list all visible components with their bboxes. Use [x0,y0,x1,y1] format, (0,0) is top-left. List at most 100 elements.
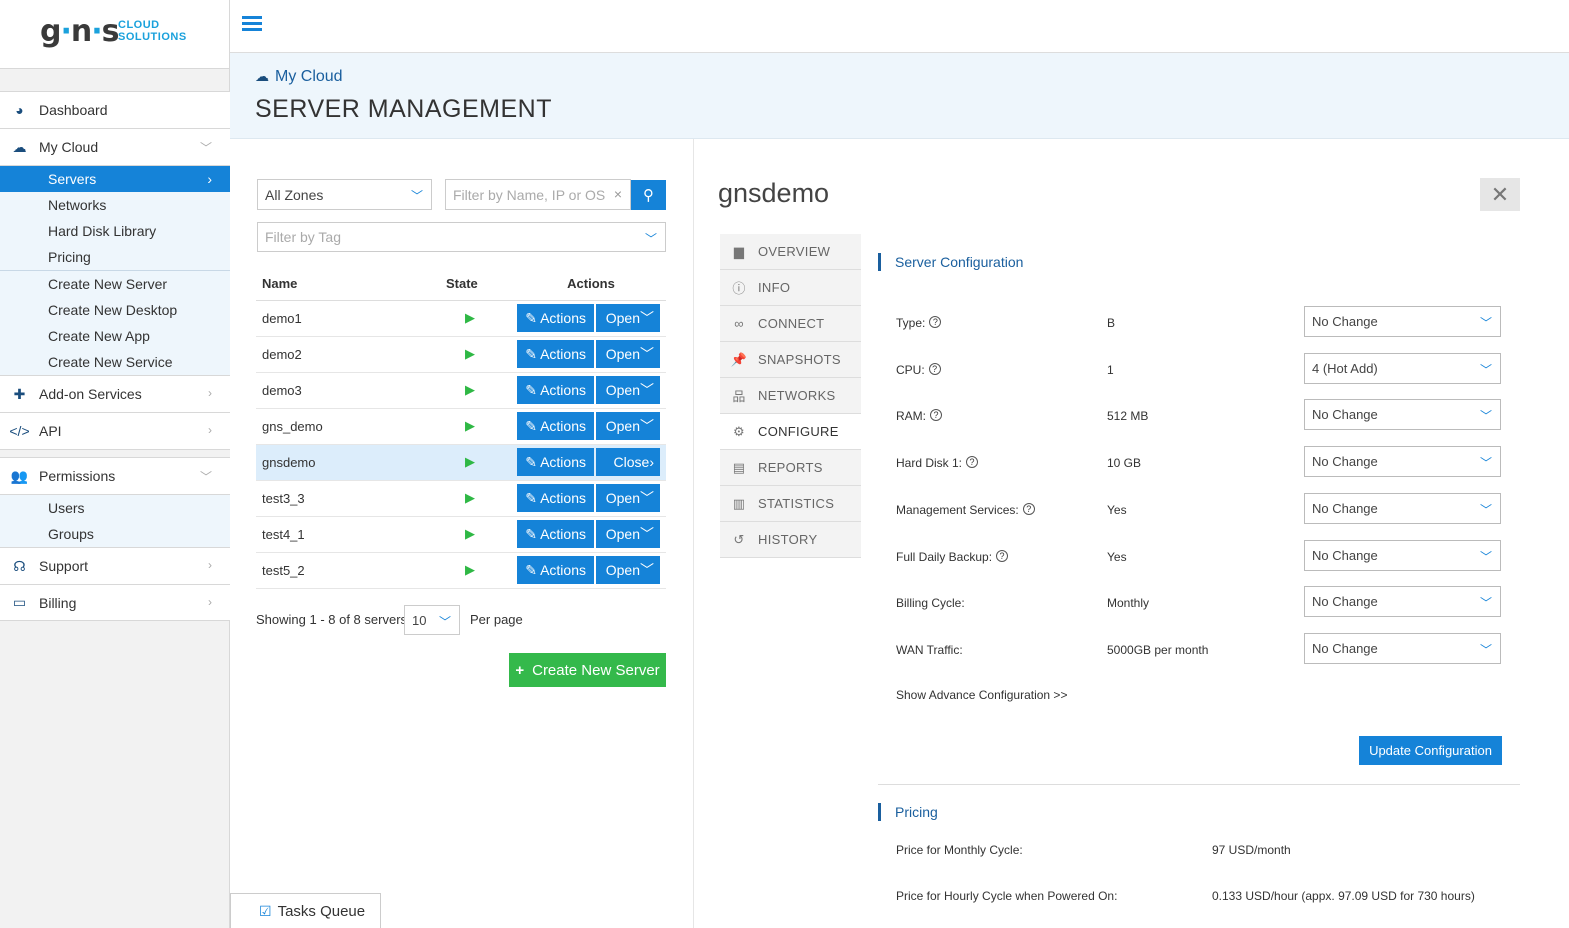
config-select[interactable]: No Change ﹀ [1304,633,1501,664]
config-select[interactable]: No Change ﹀ [1304,586,1501,617]
server-name[interactable]: gns_demo [256,408,440,445]
table-icon: ▤ [732,459,746,475]
server-name[interactable]: test5_2 [256,552,440,589]
open-button[interactable]: Open ﹀ [596,412,660,440]
server-name[interactable]: test4_1 [256,516,440,553]
tab-overview[interactable]: ▆ OVERVIEW [720,234,861,270]
table-row[interactable]: test5_2 ▶ ✎ Actions Open ﹀ [256,552,666,589]
help-icon[interactable]: ? [996,550,1009,562]
config-select[interactable]: No Change ﹀ [1304,399,1501,430]
clear-icon[interactable]: × [614,186,622,202]
actions-button[interactable]: ✎ Actions [517,304,594,332]
config-value: 512 MB [1107,409,1149,423]
actions-button[interactable]: ✎ Actions [517,484,594,512]
tab-info[interactable]: ⓘ INFO [720,270,861,306]
actions-button[interactable]: ✎ Actions [517,556,594,584]
open-button[interactable]: Open ﹀ [596,556,660,584]
update-configuration-button[interactable]: Update Configuration [1359,736,1502,765]
config-select[interactable]: No Change ﹀ [1304,493,1501,524]
table-row[interactable]: gns_demo ▶ ✎ Actions Open ﹀ [256,408,666,445]
sidebar-item-api[interactable]: </> API › [0,412,230,449]
close-panel-button[interactable]: ✕ [1480,178,1520,211]
tab-connect[interactable]: ∞ CONNECT [720,306,861,342]
open-button[interactable]: Open ﹀ [596,340,660,368]
search-button[interactable]: ⚲ [631,180,666,210]
tasks-queue-button[interactable]: ☑ Tasks Queue [230,893,381,928]
code-icon: </> [9,423,30,439]
config-select[interactable]: No Change ﹀ [1304,306,1501,337]
close-button[interactable]: Close › [596,448,660,476]
sidebar-item-servers[interactable]: Servers › [0,166,230,192]
sidebar-item-support[interactable]: ☊ Support › [0,547,230,584]
actions-button[interactable]: ✎ Actions [517,520,594,548]
server-name[interactable]: demo3 [256,372,440,409]
help-icon[interactable]: ? [1022,503,1035,515]
actions-button[interactable]: ✎ Actions [517,412,594,440]
config-label: CPU:? [896,363,941,377]
logo-subtitle: CLOUD SOLUTIONS [118,19,187,43]
table-row[interactable]: test3_3 ▶ ✎ Actions Open ﹀ [256,480,666,517]
config-select[interactable]: No Change ﹀ [1304,540,1501,571]
hamburger-menu-icon[interactable] [242,16,262,32]
show-advance-configuration-link[interactable]: Show Advance Configuration >> [896,688,1067,702]
open-button[interactable]: Open ﹀ [596,304,660,332]
headset-icon: ☊ [13,557,26,574]
tab-networks[interactable]: 品 NETWORKS [720,378,861,414]
search-input[interactable]: Filter by Name, IP or OS × [445,179,631,210]
help-icon[interactable]: ? [929,316,942,328]
table-row[interactable]: test4_1 ▶ ✎ Actions Open ﹀ [256,516,666,553]
actions-button[interactable]: ✎ Actions [517,376,594,404]
config-value: Yes [1107,503,1127,517]
tag-filter-select[interactable]: Filter by Tag ﹀ [257,222,666,252]
chevron-down-icon: ﹀ [640,526,654,542]
sidebar-item-mycloud[interactable]: ☁ My Cloud ﹀ [0,128,230,165]
sidebar-item-users[interactable]: Users [0,495,230,521]
breadcrumb[interactable]: ☁ My Cloud [255,68,343,86]
sidebar-item-create-new-desktop[interactable]: Create New Desktop [0,297,230,323]
sidebar-item-dashboard[interactable]: ◕ Dashboard [0,91,230,128]
tab-configure[interactable]: ⚙ CONFIGURE [720,414,861,450]
actions-button[interactable]: ✎ Actions [517,340,594,368]
table-row[interactable]: demo3 ▶ ✎ Actions Open ﹀ [256,372,666,409]
help-icon[interactable]: ? [930,409,942,421]
tab-history[interactable]: ↺ HISTORY [720,522,861,558]
actions-button[interactable]: ✎ Actions [517,448,594,476]
close-icon: ✕ [1490,181,1510,207]
tab-statistics[interactable]: ▥ STATISTICS [720,486,861,522]
sidebar-item-create-new-app[interactable]: Create New App [0,323,230,349]
server-name[interactable]: demo1 [256,300,440,337]
open-button[interactable]: Open ﹀ [596,484,660,512]
sidebar-item-groups[interactable]: Groups [0,521,230,547]
sidebar-item-permissions[interactable]: 👥 Permissions ﹀ [0,457,230,494]
tab-snapshots[interactable]: 📌 SNAPSHOTS [720,342,861,378]
zone-select[interactable]: All Zones ﹀ [257,179,432,210]
open-button[interactable]: Open ﹀ [596,376,660,404]
config-select[interactable]: 4 (Hot Add) ﹀ [1304,353,1501,384]
col-header-name[interactable]: Name [256,267,440,301]
sidebar-item-create-new-service[interactable]: Create New Service [0,349,230,375]
sidebar-item-addon-services[interactable]: ✚ Add-on Services › [0,375,230,412]
open-button[interactable]: Open ﹀ [596,520,660,548]
sidebar-item-hard-disk-library[interactable]: Hard Disk Library [0,218,230,244]
table-row[interactable]: demo2 ▶ ✎ Actions Open ﹀ [256,336,666,373]
chevron-right-icon: › [649,454,654,470]
table-row[interactable]: demo1 ▶ ✎ Actions Open ﹀ [256,300,666,337]
sidebar-item-pricing[interactable]: Pricing [0,244,230,270]
tab-reports[interactable]: ▤ REPORTS [720,450,861,486]
logo[interactable]: g·n·s CLOUD SOLUTIONS [0,0,229,69]
per-page-select[interactable]: 10 ﹀ [404,605,460,635]
table-row[interactable]: gnsdemo ▶ ✎ Actions Close › [256,444,666,481]
sidebar-item-networks[interactable]: Networks [0,192,230,218]
document-icon: ▆ [733,243,745,259]
config-label: Management Services:? [896,503,1035,517]
sidebar-item-create-new-server[interactable]: Create New Server [0,271,230,297]
sidebar-item-billing[interactable]: ▭ Billing › [0,584,230,621]
help-icon[interactable]: ? [966,456,979,468]
running-state-icon: ▶ [465,346,475,361]
config-select[interactable]: No Change ﹀ [1304,446,1501,477]
server-name[interactable]: demo2 [256,336,440,373]
server-name[interactable]: gnsdemo [256,444,440,481]
server-name[interactable]: test3_3 [256,480,440,517]
help-icon[interactable]: ? [928,363,941,375]
create-new-server-button[interactable]: + Create New Server [509,653,666,687]
